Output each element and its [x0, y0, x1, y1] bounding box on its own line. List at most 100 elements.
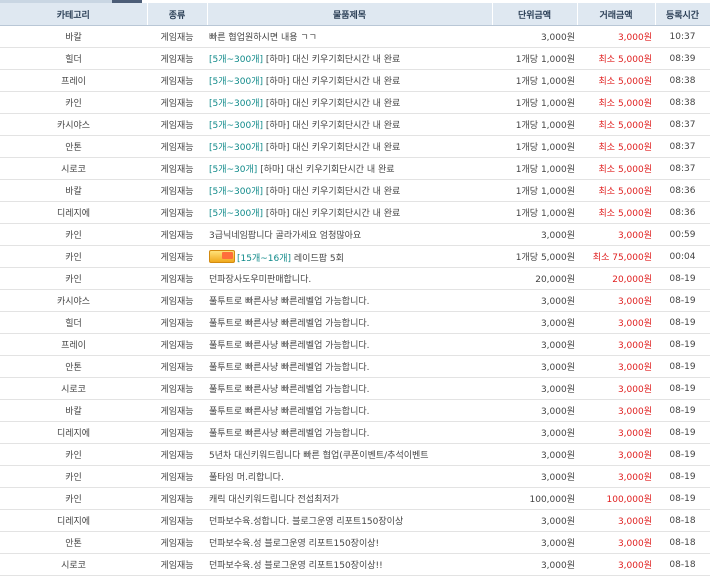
table-row[interactable]: 카인 게임재능 3급닉네임팝니다 골라가세요 엄청많아요 3,000원 3,000원 00… [0, 223, 710, 246]
header-trade-price[interactable]: 거래금액 [577, 3, 656, 26]
listing-title-link[interactable]: 던파장사도우미판매합니다. [209, 275, 311, 285]
table-row[interactable]: 디레지에 게임재능 풀투트로 빠른사냥 빠른레벨업 가능합니다. 3,000원 3,00… [0, 421, 710, 444]
listing-title-link[interactable]: 5년차 대신키워드립니다 빠른 협업(쿠폰이벤트/추석이벤트 [209, 451, 429, 461]
listing-title-link[interactable]: [하마] 대신 키우기회단시간 내 완료 [266, 121, 400, 131]
table-row[interactable]: 프레이 게임재능 풀투트로 빠른사냥 빠른레벨업 가능합니다. 3,000원 3,000… [0, 333, 710, 356]
cell-trade-price: 3,000원 [577, 443, 655, 466]
cell-category: 안톤 [0, 531, 147, 554]
header-kind[interactable]: 종류 [147, 3, 208, 26]
cell-category: 카인 [0, 267, 147, 290]
listing-title-link[interactable]: [하마] 대신 키우기회단시간 내 완료 [266, 209, 400, 219]
listing-title-link[interactable]: [하마] 대신 키우기회단시간 내 완료 [266, 77, 400, 87]
cell-time: 08-19 [655, 399, 710, 422]
table-row[interactable]: 카시야스 게임재능 [5개~300개] [하마] 대신 키우기회단시간 내 완료 1개… [0, 113, 710, 136]
listing-title-link[interactable]: [하마] 대신 키우기회단시간 내 완료 [266, 143, 400, 153]
cell-trade-price: 3,000원 [577, 531, 655, 554]
table-row[interactable]: 카인 게임재능 캐릭 대신키워드립니다 전섭최저가 100,000원 100,000원 0… [0, 487, 710, 510]
cell-kind: 게임재능 [147, 267, 207, 290]
table-row[interactable]: 카인 게임재능 [5개~300개] [하마] 대신 키우기회단시간 내 완료 1개당 … [0, 91, 710, 114]
table-row[interactable]: 프레이 게임재능 [5개~300개] [하마] 대신 키우기회단시간 내 완료 1개당… [0, 69, 710, 92]
cell-kind: 게임재능 [147, 509, 207, 532]
table-row[interactable]: 시로코 게임재능 던파보수육.성 블로그운영 리포트150장이상!! 3,000원 3,… [0, 553, 710, 576]
table-row[interactable]: 안톤 게임재능 풀투트로 빠른사냥 빠른레벨업 가능합니다. 3,000원 3,000원… [0, 355, 710, 378]
cell-category: 바칼 [0, 179, 147, 202]
table-row[interactable]: 카인 게임재능 풀타임 머.리합니다. 3,000원 3,000원 08-19 [0, 465, 710, 488]
listing-title-link[interactable]: 풀투트로 빠른사냥 빠른레벨업 가능합니다. [209, 319, 370, 329]
table-row[interactable]: 힐더 게임재능 [5개~300개] [하마] 대신 키우기회단시간 내 완료 1개당 … [0, 47, 710, 70]
table-row[interactable]: 안톤 게임재능 던파보수육.성 블로그운영 리포트150장이상! 3,000원 3,00… [0, 531, 710, 554]
listing-title-link[interactable]: [하마] 대신 키우기회단시간 내 완료 [266, 99, 400, 109]
cell-title: 풀타임 머.리합니다. [207, 465, 492, 488]
table-row[interactable]: 안톤 게임재능 [5개~300개] [하마] 대신 키우기회단시간 내 완료 1개당 … [0, 135, 710, 158]
table-row[interactable]: 카인게임재능인증[15개~16개] 레이드팝 5회1개당 5,000원최소 75… [0, 245, 710, 268]
cell-kind: 게임재능 [147, 69, 207, 92]
listing-title-link[interactable]: 3급닉네임팝니다 골라가세요 엄청많아요 [209, 231, 361, 241]
listing-title-link[interactable]: 빠른 협업원하시면 내용 ㄱㄱ [209, 33, 317, 43]
listing-title-link[interactable]: 던파보수육.성합니다. 블로그운영 리포트150장이상 [209, 517, 403, 527]
listing-title-link[interactable]: 풀투트로 빠른사냥 빠른레벨업 가능합니다. [209, 429, 370, 439]
cell-trade-price: 최소 5,000원 [577, 201, 655, 224]
cell-trade-price: 3,000원 [577, 223, 655, 246]
listing-title-link[interactable]: [하마] 대신 키우기회단시간 내 완료 [266, 55, 400, 65]
cell-time: 08-19 [655, 487, 710, 510]
listing-title-link[interactable]: 풀투트로 빠른사냥 빠른레벨업 가능합니다. [209, 363, 370, 373]
cell-category: 프레이 [0, 69, 147, 92]
cell-title: 던파장사도우미판매합니다. [207, 267, 492, 290]
cell-unit-price: 3,000원 [492, 223, 577, 246]
cell-title: 풀투트로 빠른사냥 빠른레벨업 가능합니다. [207, 377, 492, 400]
header-category[interactable]: 카테고리 [0, 3, 148, 26]
cell-unit-price: 1개당 1,000원 [492, 201, 577, 224]
table-row[interactable]: 힐더 게임재능 풀투트로 빠른사냥 빠른레벨업 가능합니다. 3,000원 3,000원… [0, 311, 710, 334]
listing-table-body: 바칼 게임재능 빠른 협업원하시면 내용 ㄱㄱ 3,000원 3,000원 10:37 힐더… [0, 25, 710, 576]
cell-trade-price: 3,000원 [577, 465, 655, 488]
listing-title-link[interactable]: 던파보수육.성 블로그운영 리포트150장이상!! [209, 561, 383, 571]
listing-table: 카테고리 종류 물품제목 단위금액 거래금액 등록시간 바칼 게임재능 빠른 협업원… [0, 3, 710, 576]
listing-title-link[interactable]: 풀투트로 빠른사냥 빠른레벨업 가능합니다. [209, 407, 370, 417]
listing-title-link[interactable]: 풀투트로 빠른사냥 빠른레벨업 가능합니다. [209, 341, 370, 351]
table-row[interactable]: 시로코 게임재능 풀투트로 빠른사냥 빠른레벨업 가능합니다. 3,000원 3,000… [0, 377, 710, 400]
cell-kind: 게임재능 [147, 333, 207, 356]
table-row[interactable]: 카시야스 게임재능 풀투트로 빠른사냥 빠른레벨업 가능합니다. 3,000원 3,00… [0, 289, 710, 312]
cell-kind: 게임재능 [147, 157, 207, 180]
table-row[interactable]: 바칼 게임재능 [5개~300개] [하마] 대신 키우기회단시간 내 완료 1개당 … [0, 179, 710, 202]
listing-title-link[interactable]: 풀타임 머.리합니다. [209, 473, 284, 483]
top-accent-bar [0, 0, 710, 3]
header-time[interactable]: 등록시간 [655, 3, 710, 26]
cell-title: 빠른 협업원하시면 내용 ㄱㄱ [207, 25, 492, 48]
table-row[interactable]: 카인 게임재능 5년차 대신키워드립니다 빠른 협업(쿠폰이벤트/추석이벤트 3,00… [0, 443, 710, 466]
listing-title-link[interactable]: [하마] 대신 키우기회단시간 내 완료 [266, 187, 400, 197]
cell-unit-price: 100,000원 [492, 487, 577, 510]
quantity-range-tag: [5개~300개] [209, 209, 264, 219]
table-row[interactable]: 바칼 게임재능 풀투트로 빠른사냥 빠른레벨업 가능합니다. 3,000원 3,000원… [0, 399, 710, 422]
table-row[interactable]: 시로코 게임재능 [5개~30개] [하마] 대신 키우기회단시간 내 완료 1개당 … [0, 157, 710, 180]
table-row[interactable]: 디레지에 게임재능 던파보수육.성합니다. 블로그운영 리포트150장이상 3,000… [0, 509, 710, 532]
header-title[interactable]: 물품제목 [207, 3, 493, 26]
cell-title: 던파보수육.성 블로그운영 리포트150장이상! [207, 531, 492, 554]
quantity-range-tag: [5개~30개] [209, 165, 258, 175]
listing-title-link[interactable]: 레이드팝 5회 [294, 254, 344, 264]
listing-title-link[interactable]: 캐릭 대신키워드립니다 전섭최저가 [209, 495, 339, 505]
cell-time: 08:37 [655, 135, 710, 158]
cell-title: 3급닉네임팝니다 골라가세요 엄청많아요 [207, 223, 492, 246]
cell-title: 풀투트로 빠른사냥 빠른레벨업 가능합니다. [207, 289, 492, 312]
header-unit-price[interactable]: 단위금액 [492, 3, 578, 26]
listing-title-link[interactable]: 풀투트로 빠른사냥 빠른레벨업 가능합니다. [209, 385, 370, 395]
table-row[interactable]: 디레지에 게임재능 [5개~300개] [하마] 대신 키우기회단시간 내 완료 1개… [0, 201, 710, 224]
cell-title: 풀투트로 빠른사냥 빠른레벨업 가능합니다. [207, 311, 492, 334]
listing-title-link[interactable]: 풀투트로 빠른사냥 빠른레벨업 가능합니다. [209, 297, 370, 307]
quantity-range-tag: [15개~16개] [237, 253, 292, 264]
cell-unit-price: 1개당 1,000원 [492, 135, 577, 158]
cell-category: 디레지에 [0, 201, 147, 224]
cell-title: 5년차 대신키워드립니다 빠른 협업(쿠폰이벤트/추석이벤트 [207, 443, 492, 466]
cell-unit-price: 1개당 1,000원 [492, 113, 577, 136]
cell-kind: 게임재능 [147, 553, 207, 576]
table-row[interactable]: 카인 게임재능 던파장사도우미판매합니다. 20,000원 20,000원 08-19 [0, 267, 710, 290]
listing-title-link[interactable]: 던파보수육.성 블로그운영 리포트150장이상! [209, 539, 379, 549]
cell-title: 풀투트로 빠른사냥 빠른레벨업 가능합니다. [207, 333, 492, 356]
cell-time: 00:04 [655, 245, 710, 268]
cell-title: 던파보수육.성 블로그운영 리포트150장이상!! [207, 553, 492, 576]
cell-trade-price: 3,000원 [577, 333, 655, 356]
cell-time: 08-18 [655, 531, 710, 554]
table-row[interactable]: 바칼 게임재능 빠른 협업원하시면 내용 ㄱㄱ 3,000원 3,000원 10:37 [0, 25, 710, 48]
listing-title-link[interactable]: [하마] 대신 키우기회단시간 내 완료 [260, 165, 394, 175]
